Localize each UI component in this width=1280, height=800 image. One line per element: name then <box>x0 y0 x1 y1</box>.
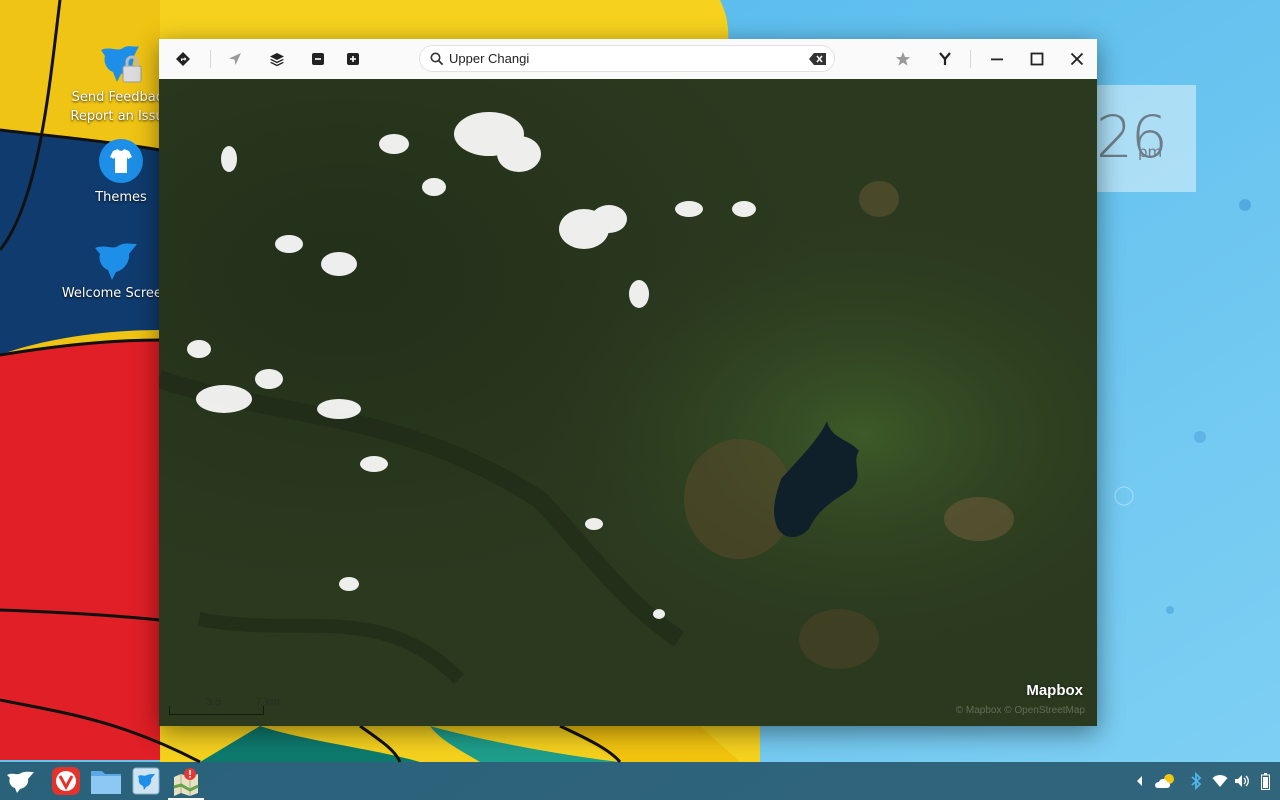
search-input[interactable] <box>449 49 789 68</box>
desktop-icon-welcome-screen[interactable]: Welcome Screen <box>56 238 176 303</box>
clock-ampm: pm <box>1138 143 1163 161</box>
search-icon <box>430 52 444 66</box>
location-arrow-icon <box>229 53 241 65</box>
mapbox-logo[interactable]: Mapbox <box>1026 682 1083 699</box>
urban-area <box>944 497 1014 541</box>
taskbar <box>0 762 1280 800</box>
chevron-left-icon <box>1137 776 1142 786</box>
my-location-button[interactable] <box>220 47 250 71</box>
urban-area <box>799 609 879 669</box>
file-manager-button[interactable] <box>88 765 124 797</box>
close-button[interactable] <box>1062 47 1092 71</box>
share-button[interactable] <box>930 47 960 71</box>
favorite-button[interactable] <box>888 47 918 71</box>
layers-button[interactable] <box>262 47 292 71</box>
star-icon <box>895 52 911 66</box>
zoom-out-icon <box>312 53 324 65</box>
tray-weather[interactable] <box>1153 772 1179 790</box>
vivaldi-icon <box>52 767 80 795</box>
maps-toolbar <box>159 39 1097 80</box>
launcher-bird-icon <box>7 771 34 793</box>
app-launcher-button[interactable] <box>2 765 38 797</box>
software-store-button[interactable] <box>128 765 164 797</box>
zoom-in-icon <box>347 53 359 65</box>
layers-icon <box>270 53 284 67</box>
tray-expand[interactable] <box>1131 772 1149 790</box>
themes-shirt-icon <box>99 139 143 183</box>
desktop-icon-label: Welcome Screen <box>61 286 171 301</box>
weather-icon <box>1155 774 1174 788</box>
directions-icon <box>176 52 190 66</box>
backspace-clear-icon[interactable] <box>809 53 827 65</box>
battery-icon <box>1260 772 1270 790</box>
zoom-in-button[interactable] <box>338 47 368 71</box>
tray-volume[interactable] <box>1233 772 1251 790</box>
maps-icon <box>173 767 199 796</box>
satellite-imagery <box>159 79 1097 726</box>
maps-button[interactable] <box>168 765 204 800</box>
tray-battery[interactable] <box>1259 772 1271 790</box>
folder-icon <box>91 771 121 794</box>
map-attribution[interactable]: © Mapbox © OpenStreetMap <box>956 705 1085 716</box>
share-icon <box>939 52 951 65</box>
maps-window: 3.5 7 km Mapbox © Mapbox © OpenStreetMap <box>159 39 1097 726</box>
wifi-icon <box>1212 775 1228 787</box>
scale-label-mid: 3.5 <box>206 696 222 708</box>
feedback-lock-icon <box>101 46 142 83</box>
zoom-out-button[interactable] <box>303 47 333 71</box>
maximize-icon <box>1030 52 1044 66</box>
toolbar-separator <box>210 50 211 68</box>
store-icon <box>132 767 160 795</box>
bluetooth-icon <box>1191 772 1202 790</box>
satellite-map[interactable]: 3.5 7 km Mapbox © Mapbox © OpenStreetMap <box>159 79 1097 726</box>
tray-bluetooth[interactable] <box>1187 772 1205 790</box>
welcome-bird-icon <box>95 243 137 280</box>
directions-button[interactable] <box>168 47 198 71</box>
volume-icon <box>1235 775 1249 787</box>
minimize-button[interactable] <box>982 47 1012 71</box>
urban-area <box>859 181 899 217</box>
scale-label-end: 7 km <box>256 696 280 708</box>
close-icon <box>1070 52 1084 66</box>
toolbar-separator <box>970 50 971 68</box>
search-box <box>419 45 835 72</box>
maximize-button[interactable] <box>1022 47 1052 71</box>
tray-wifi[interactable] <box>1211 772 1229 790</box>
clock-widget: 26 pm <box>1096 85 1196 192</box>
vivaldi-browser-button[interactable] <box>48 765 84 797</box>
minimize-icon <box>991 58 1003 61</box>
